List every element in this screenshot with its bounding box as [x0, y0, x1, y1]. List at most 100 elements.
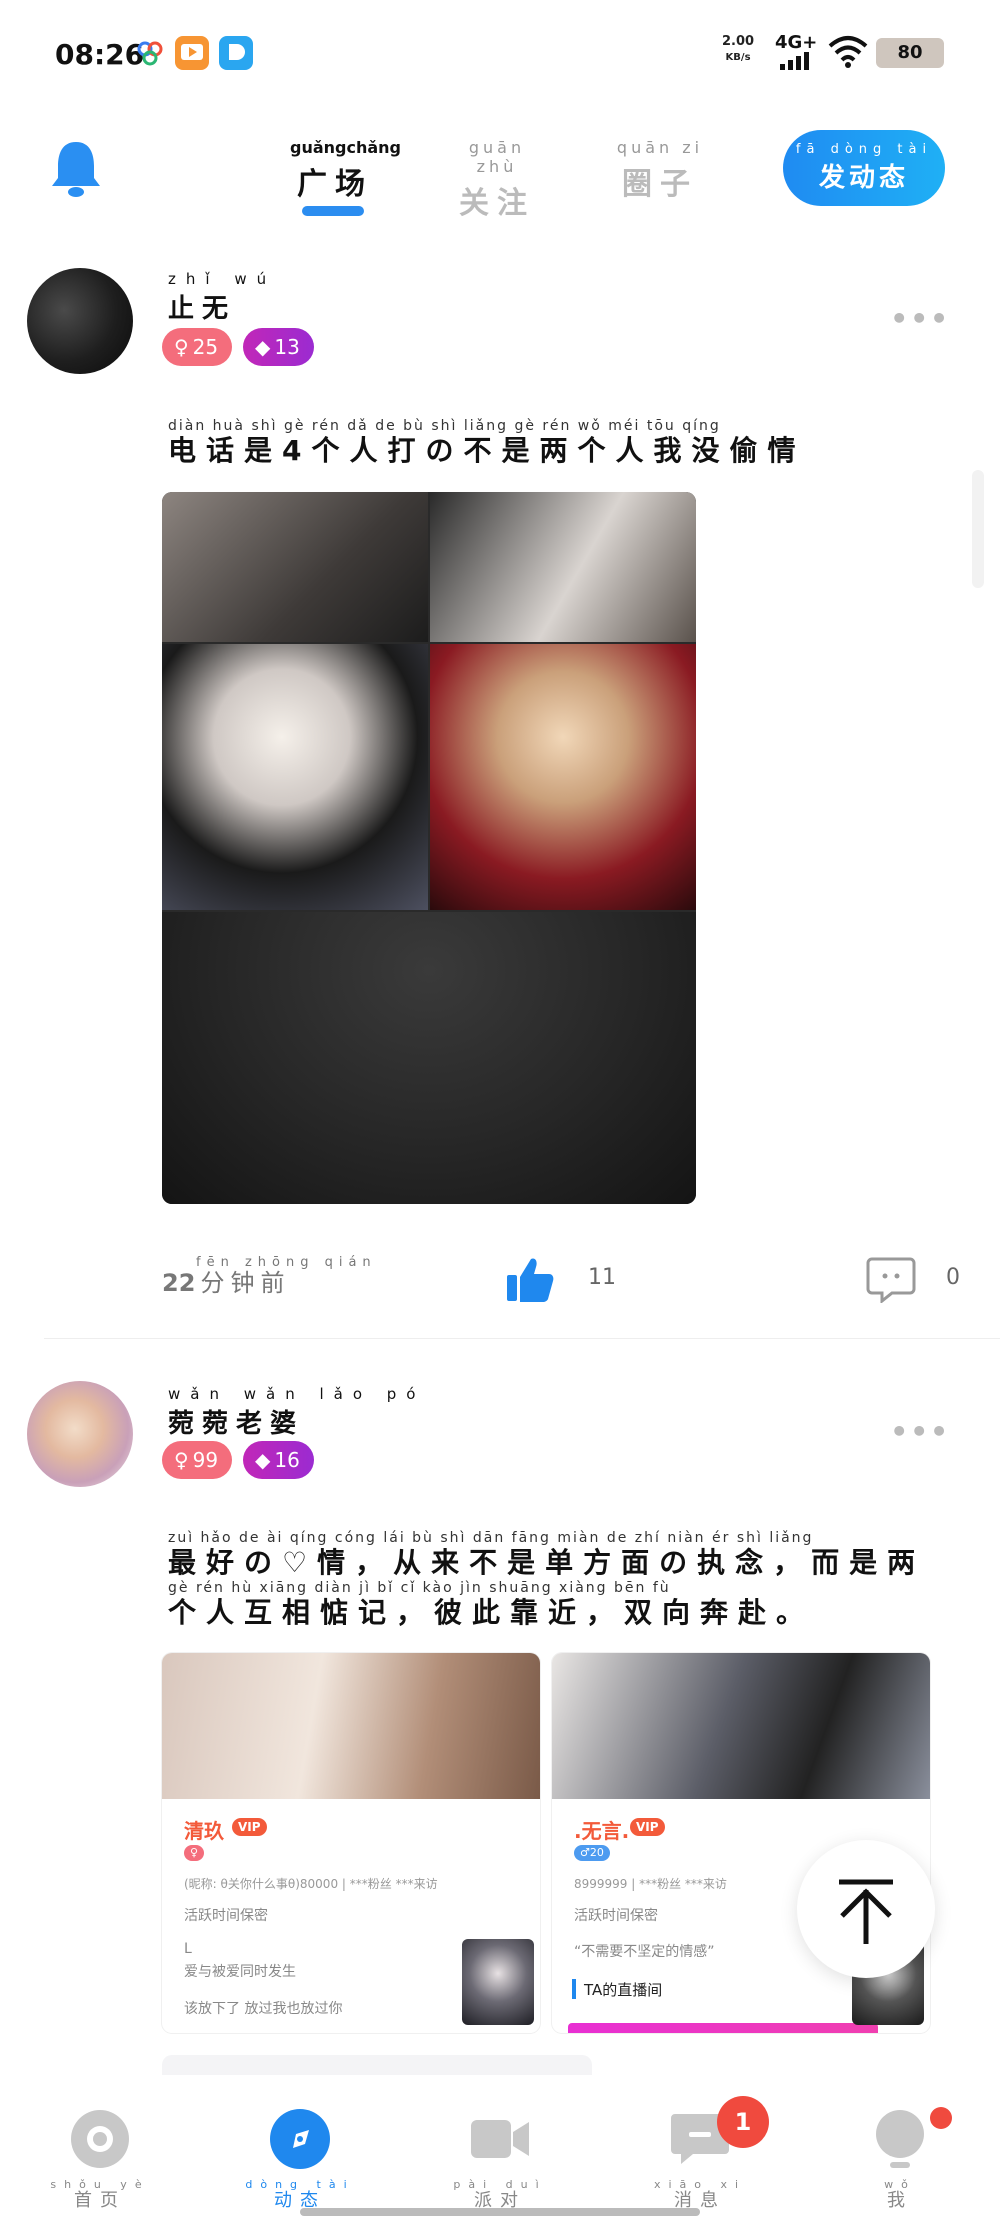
post-text: zuì hǎo de ài qíng cóng lái bù shì dān f… — [168, 1530, 928, 1630]
gender-symbol: ♀ — [174, 335, 189, 359]
profile-card[interactable]: 清玖 VIP ♀ (昵称: θ关你什么事θ)80000 | ***粉丝 ***来… — [162, 1653, 540, 2033]
time-number: 22 — [162, 1269, 196, 1297]
vip-badge: VIP — [630, 1818, 665, 1836]
nav-moments[interactable]: dòng tài 动态 — [230, 2108, 370, 2211]
network-type: 4G+ — [775, 32, 818, 53]
moments-icon — [270, 2109, 330, 2169]
more-options-icon[interactable]: ••• — [890, 1415, 950, 1448]
post-time: 22 fēn zhōng qián 分钟前 — [162, 1255, 371, 1298]
network-speed: 2.00 KB/s — [722, 34, 754, 66]
nav-me-label: 我 — [887, 2190, 913, 2211]
post-text: diàn huà shì gè rén dǎ de bù shì liǎng g… — [168, 418, 928, 468]
photo-1[interactable] — [162, 492, 428, 642]
photo-4[interactable] — [430, 644, 696, 910]
live-room-banner[interactable] — [568, 2023, 878, 2033]
card-line: 该放下了 放过我也放过你 — [184, 2001, 343, 2017]
tab-circle-pinyin: quān zi — [616, 138, 704, 157]
active-tab-indicator — [302, 206, 364, 216]
speed-unit: KB/s — [725, 52, 751, 63]
comment-icon[interactable] — [866, 1255, 916, 1303]
post-footer: 22 fēn zhōng qián 分钟前 11 0 — [0, 1255, 1000, 1315]
gender-symbol: ♀ — [174, 1448, 189, 1472]
profile-red-dot — [930, 2107, 952, 2129]
level-badge: ◆ 13 — [243, 328, 314, 366]
app-icon-chat — [219, 36, 253, 70]
tab-circle-label: 圈子 — [622, 167, 698, 202]
photo-5[interactable] — [162, 912, 696, 1204]
gender-badge: ♂20 — [574, 1845, 610, 1861]
avatar[interactable] — [27, 1381, 133, 1487]
signal-icon — [780, 52, 809, 70]
nav-home[interactable]: shǒu yè 首页 — [30, 2108, 170, 2211]
comment-count: 0 — [946, 1265, 960, 1290]
live-room-marker — [572, 1979, 576, 1999]
gender-age-badge: ♀ 25 — [162, 328, 233, 366]
feed-post: zhǐ wú 止无 ♀ 25 ◆ 13 ••• diàn huà shì gè ré… — [0, 260, 1000, 1340]
post-button-pinyin: fā dòng tài — [795, 142, 933, 157]
live-room-title[interactable]: TA的直播间 — [584, 1979, 662, 2000]
card-cover-image — [552, 1653, 930, 1799]
post-text-line-1: 最好の♡情，从来不是单方面の执念，而是两 — [168, 1546, 926, 1579]
scroll-to-top-button[interactable] — [797, 1840, 935, 1978]
post-button-label: 发动态 — [818, 163, 909, 193]
like-count: 11 — [588, 1265, 616, 1290]
card-active-status: 活跃时间保密 — [574, 1908, 658, 1924]
post-text-pinyin-1: zuì hǎo de ài qíng cóng lái bù shì dān f… — [168, 1530, 814, 1546]
post-username[interactable]: wǎn wǎn lǎo pó 菀菀老婆 — [168, 1385, 425, 1440]
thumbs-up-icon[interactable] — [505, 1255, 555, 1305]
profile-icon — [876, 2110, 924, 2168]
photo-grid[interactable] — [162, 492, 696, 1204]
card-line: L — [184, 1941, 192, 1957]
next-item-preview — [162, 2055, 592, 2075]
status-bar: 08:26 2.00 KB/s 4G+ 80 — [0, 0, 1000, 110]
level-badge: ◆ 16 — [243, 1441, 314, 1479]
card-id-line: (昵称: θ关你什么事θ)80000 | ***粉丝 ***来访 — [184, 1877, 438, 1891]
home-indicator[interactable] — [300, 2208, 700, 2216]
card-line: “不需要不坚定的情感” — [574, 1944, 715, 1960]
card-thumbnail[interactable] — [462, 1939, 534, 2025]
card-id-line: 8999999 | ***粉丝 ***来访 — [574, 1877, 727, 1891]
card-active-status: 活跃时间保密 — [184, 1908, 268, 1924]
status-time: 08:26 — [55, 38, 145, 71]
top-navigation: guǎngchǎng 广场 guān zhù 关注 quān zi 圈子 fā … — [0, 110, 1000, 230]
post-username[interactable]: zhǐ wú 止无 — [168, 270, 276, 325]
time-pinyin: fēn zhōng qián — [196, 1255, 377, 1270]
tab-circle[interactable]: quān zi 圈子 — [615, 138, 705, 203]
photo-2[interactable] — [430, 492, 696, 642]
age-value: 25 — [192, 335, 219, 359]
card-username: 清玖 — [184, 1819, 224, 1843]
message-count-badge: 1 — [717, 2096, 769, 2148]
diamond-icon: ◆ — [255, 335, 271, 359]
speed-value: 2.00 — [722, 34, 755, 49]
card-cover-image — [162, 1653, 540, 1799]
age-value: 99 — [192, 1448, 219, 1472]
tab-square[interactable]: guǎngchǎng 广场 — [290, 138, 401, 203]
post-text-pinyin-2: gè rén hù xiāng diàn jì bǐ cǐ kào jìn sh… — [168, 1580, 671, 1596]
more-options-icon[interactable]: ••• — [890, 302, 950, 335]
nav-home-label: 首页 — [74, 2190, 126, 2211]
nav-party[interactable]: pài duì 派对 — [430, 2108, 570, 2211]
bell-icon[interactable] — [50, 138, 102, 198]
wifi-icon — [828, 36, 868, 68]
home-icon — [71, 2110, 129, 2168]
post-text-body: 电话是4个人打の不是两个人我没偷情 — [168, 434, 806, 467]
post-moment-button[interactable]: fā dòng tài 发动态 — [783, 130, 945, 206]
diamond-icon: ◆ — [255, 1448, 271, 1472]
level-value: 16 — [274, 1448, 300, 1472]
card-line: 爱与被爱同时发生 — [184, 1964, 296, 1980]
tab-follow-label: 关注 — [459, 186, 535, 221]
post-divider — [44, 1338, 1000, 1339]
photo-3[interactable] — [162, 644, 428, 910]
username-text: 菀菀老婆 — [168, 1409, 305, 1439]
arrow-up-icon — [839, 1879, 893, 1944]
tab-follow[interactable]: guān zhù 关注 — [452, 138, 542, 222]
post-text-line-2: 个人互相惦记，彼此靠近，双向奔赴。 — [168, 1596, 815, 1629]
time-text: 分钟前 — [200, 1269, 291, 1297]
vip-badge: VIP — [232, 1818, 267, 1836]
username-pinyin: wǎn wǎn lǎo pó — [168, 1385, 426, 1403]
post-text-pinyin: diàn huà shì gè rén dǎ de bù shì liǎng g… — [168, 418, 721, 434]
username-pinyin: zhǐ wú — [168, 270, 277, 288]
bottom-navigation: shǒu yè 首页 dòng tài 动态 pài duì 派对 xiāo x… — [0, 2090, 1000, 2222]
avatar[interactable] — [27, 268, 133, 374]
tab-square-label: 广场 — [297, 167, 373, 202]
